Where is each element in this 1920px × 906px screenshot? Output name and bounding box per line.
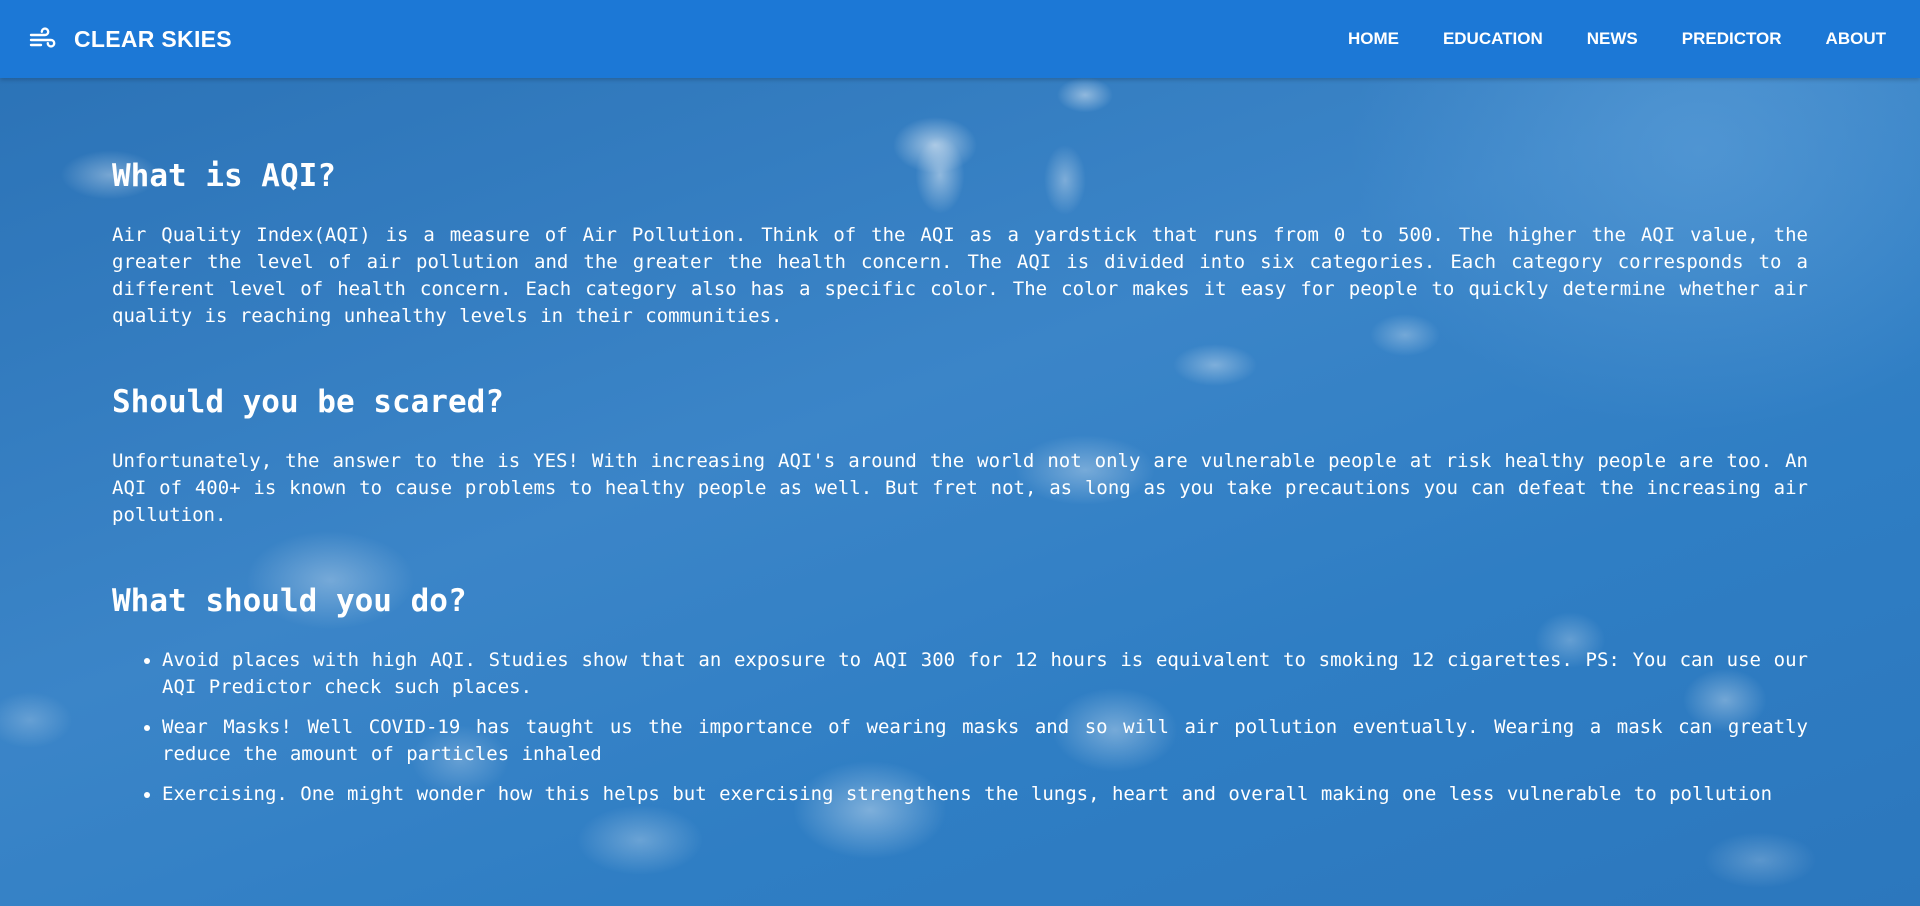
brand-name: CLEAR SKIES (74, 25, 232, 52)
advice-list: Avoid places with high AQI. Studies show… (112, 647, 1808, 808)
section-heading: What is AQI? (112, 158, 336, 194)
main-content: What is AQI? Air Quality Index(AQI) is a… (112, 78, 1808, 821)
nav-home[interactable]: HOME (1326, 0, 1421, 78)
brand-link[interactable]: CLEAR SKIES (28, 26, 232, 53)
nav-education[interactable]: EDUCATION (1421, 0, 1565, 78)
section-paragraph: Unfortunately, the answer to the is YES!… (112, 450, 1808, 526)
nav-news[interactable]: NEWS (1565, 0, 1660, 78)
list-item: Exercising. One might wonder how this he… (162, 781, 1808, 808)
wind-icon (28, 27, 58, 51)
list-item: Avoid places with high AQI. Studies show… (162, 647, 1808, 701)
list-item: Wear Masks! Well COVID-19 has taught us … (162, 714, 1808, 768)
section-what-is-aqi: What is AQI? Air Quality Index(AQI) is a… (112, 158, 1808, 330)
section-what-should-you-do: What should you do? Avoid places with hi… (112, 583, 1808, 808)
nav-predictor[interactable]: PREDICTOR (1660, 0, 1804, 78)
nav-about[interactable]: ABOUT (1804, 0, 1892, 78)
top-navbar: CLEAR SKIES HOME EDUCATION NEWS PREDICTO… (0, 0, 1920, 78)
section-heading: What should you do? (112, 583, 467, 619)
section-should-you-be-scared: Should you be scared? Unfortunately, the… (112, 384, 1808, 529)
section-heading: Should you be scared? (112, 384, 504, 420)
section-paragraph: Air Quality Index(AQI) is a measure of A… (112, 224, 1808, 327)
main-nav: HOME EDUCATION NEWS PREDICTOR ABOUT (1326, 0, 1892, 78)
